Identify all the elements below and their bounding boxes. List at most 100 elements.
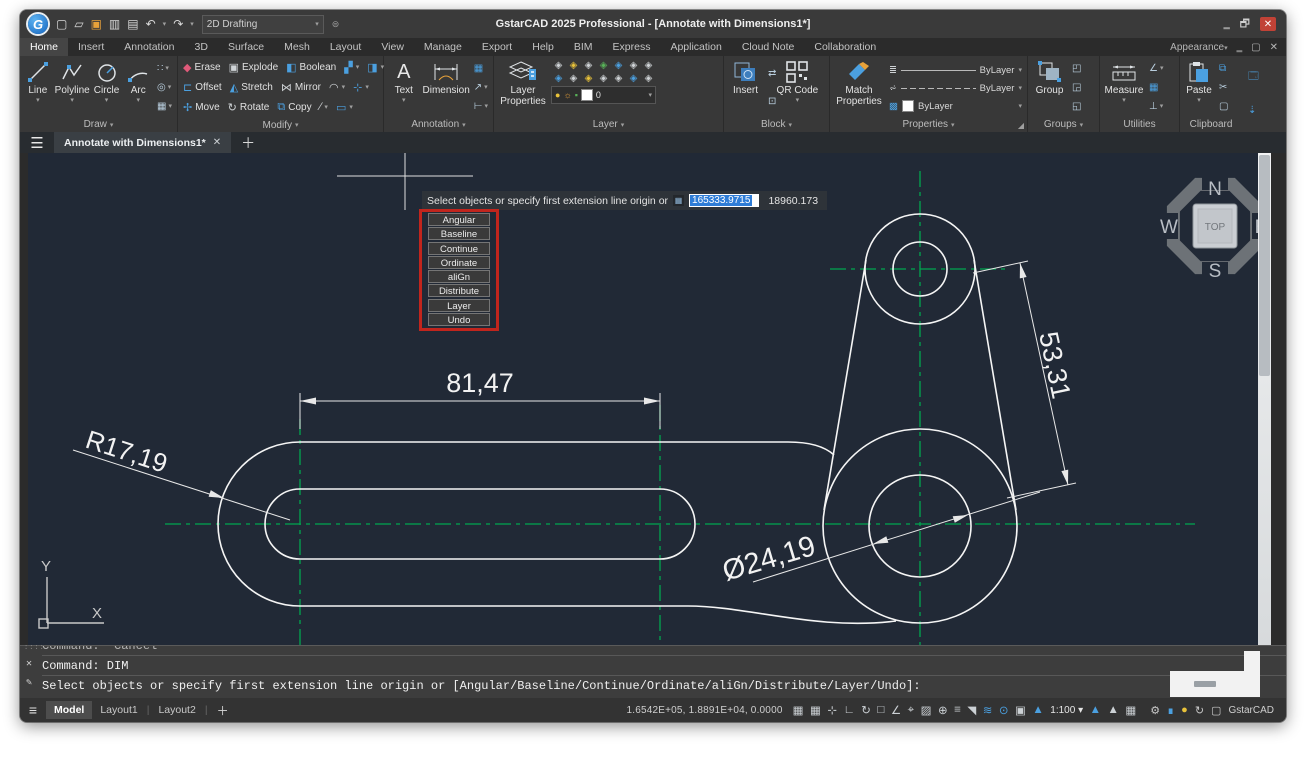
scale-button[interactable]: ▭▾: [336, 101, 353, 114]
panel-expander-icon[interactable]: ◢: [1018, 121, 1024, 130]
move-button[interactable]: ✢Move: [183, 101, 220, 114]
minimize-button[interactable]: ‗: [1224, 18, 1230, 30]
save-as-icon[interactable]: ▥: [109, 17, 120, 31]
add-layout-button[interactable]: ＋: [209, 702, 237, 719]
dimension-button[interactable]: Dimension: [423, 59, 470, 117]
print-icon[interactable]: ▤: [127, 17, 138, 31]
ortho-icon[interactable]: ∟: [843, 704, 854, 716]
new-file-icon[interactable]: ▢: [56, 17, 67, 31]
hatch-tool-icon[interactable]: ▦▾: [157, 101, 172, 113]
offset-button[interactable]: ⊏Offset: [183, 81, 222, 94]
lineweight-toggle-icon[interactable]: ≡: [954, 704, 961, 716]
tab-manage[interactable]: Manage: [414, 38, 472, 56]
panel-label-properties[interactable]: Properties▾◢: [830, 117, 1027, 132]
gear-icon[interactable]: ⚙: [1150, 704, 1160, 717]
isolate-tool-icon[interactable]: ⇣: [1248, 105, 1259, 117]
undo-caret-icon[interactable]: ▾: [163, 20, 167, 28]
ribbon-minimize-icon[interactable]: ‗: [1237, 42, 1243, 53]
match-properties-button[interactable]: Match Properties: [833, 59, 885, 117]
trim-button[interactable]: ∕▾: [320, 101, 328, 113]
option-angular[interactable]: Angular: [428, 213, 490, 226]
annotation-visibility-icon[interactable]: ▲: [1032, 704, 1043, 716]
appearance-dropdown[interactable]: Appearance▾: [1170, 42, 1227, 53]
grid-icon[interactable]: ▦: [793, 703, 804, 717]
break-button[interactable]: ⊹▾: [353, 81, 369, 94]
calculator-icon[interactable]: ▦: [1149, 82, 1163, 94]
layer-tool-icon[interactable]: ◈: [596, 59, 611, 72]
hatch-toggle-icon[interactable]: ▨: [921, 703, 932, 717]
layer-tool-icon[interactable]: ◈: [566, 72, 581, 85]
option-distribute[interactable]: Distribute: [428, 284, 490, 297]
command-vscrollbar[interactable]: [1244, 651, 1260, 697]
zoom-icon[interactable]: ⊙: [999, 703, 1009, 717]
viewcube[interactable]: N W E S TOP: [1160, 172, 1258, 282]
copy-base-icon[interactable]: ▢: [1219, 101, 1228, 113]
redo-caret-icon[interactable]: ▾: [190, 20, 194, 28]
layer-tool-icon[interactable]: ◈: [641, 72, 656, 85]
erase-button[interactable]: ◆Erase: [183, 61, 221, 74]
stretch-button[interactable]: ◭Stretch: [230, 81, 273, 94]
dynamic-ucs-icon[interactable]: ⊕: [938, 703, 948, 717]
measure-button[interactable]: Measure▾: [1103, 59, 1145, 117]
rotate-button[interactable]: ↻Rotate: [228, 101, 270, 114]
group-select-icon[interactable]: ◱: [1072, 101, 1081, 113]
lock-icon[interactable]: ∎: [1167, 704, 1174, 717]
option-ordinate[interactable]: Ordinate: [428, 256, 490, 269]
layer-tool-icon[interactable]: ◈: [611, 59, 626, 72]
workspace-switch-icon[interactable]: ▦: [1125, 703, 1136, 717]
ribbon-restore-icon[interactable]: ▢: [1251, 42, 1260, 53]
point-tool-icon[interactable]: ∷▾: [157, 63, 172, 75]
tab-cloud-note[interactable]: Cloud Note: [732, 38, 805, 56]
tab-express[interactable]: Express: [603, 38, 661, 56]
panel-label-block[interactable]: Block▾: [724, 117, 829, 132]
qat-customize-icon[interactable]: ⊜: [332, 19, 340, 30]
block-edit-icon[interactable]: ⇄: [768, 68, 776, 80]
panel-label-utilities[interactable]: Utilities: [1100, 117, 1179, 132]
transparency-icon[interactable]: ◥: [967, 703, 976, 717]
fullscreen-icon[interactable]: ▢: [1211, 704, 1221, 717]
panel-label-clipboard[interactable]: Clipboard: [1180, 117, 1242, 132]
scrollbar-thumb[interactable]: [1259, 155, 1270, 376]
panel-label-annotation[interactable]: Annotation▾: [384, 117, 493, 132]
panel-label-layer[interactable]: Layer▾: [494, 117, 723, 132]
command-hscroll-thumb[interactable]: [1194, 681, 1216, 687]
tab-model[interactable]: Model: [46, 701, 92, 719]
command-prompt-line[interactable]: Select objects or specify first extensio…: [42, 675, 1286, 695]
ellipse-tool-icon[interactable]: ◎▾: [157, 82, 172, 94]
ungroup-icon[interactable]: ◰: [1072, 63, 1081, 75]
layer-dropdown[interactable]: ● ☼ ▪ 0 ▾: [551, 86, 656, 104]
color-dropdown[interactable]: ▩ ByLayer ▾: [889, 99, 1022, 114]
gstarcad-logo-icon[interactable]: G: [28, 14, 48, 34]
angle-tool-icon[interactable]: ∠▾: [1149, 63, 1163, 75]
layer-tool-icon[interactable]: ◈: [581, 59, 596, 72]
layer-tool-icon[interactable]: ◈: [596, 72, 611, 85]
layer-tool-icon[interactable]: ◈: [626, 59, 641, 72]
mirror-button[interactable]: ⋈Mirror: [281, 81, 321, 94]
coordinate-x-input[interactable]: 165333.9715: [689, 194, 759, 207]
tab-insert[interactable]: Insert: [68, 38, 114, 56]
panel-label-modify[interactable]: Modify▾: [178, 118, 383, 132]
ribbon-close-icon[interactable]: ✕: [1270, 42, 1278, 53]
drag-handle-icon[interactable]: ::::: [24, 644, 45, 652]
circle-button[interactable]: Circle▾: [92, 59, 122, 117]
tab-layout2[interactable]: Layout2: [150, 701, 203, 719]
polyline-button[interactable]: Polyline▾: [55, 59, 90, 117]
id-point-icon[interactable]: ⊥▾: [1149, 101, 1163, 113]
new-tab-button[interactable]: ＋: [231, 133, 265, 153]
tab-annotation[interactable]: Annotation: [114, 38, 184, 56]
tab-collaboration[interactable]: Collaboration: [804, 38, 886, 56]
command-hscrollbar[interactable]: [1170, 671, 1244, 697]
dim-style-icon[interactable]: ⊢▾: [474, 101, 488, 113]
close-button[interactable]: ✕: [1260, 17, 1276, 31]
panel-label-groups[interactable]: Groups▾: [1028, 117, 1099, 132]
close-tab-icon[interactable]: ✕: [213, 137, 221, 148]
arc-button[interactable]: Arc▾: [123, 59, 153, 117]
option-undo[interactable]: Undo: [428, 313, 490, 326]
qr-code-button[interactable]: QR Code▾: [780, 59, 814, 117]
layer-tool-icon[interactable]: ◈: [626, 72, 641, 85]
group-button[interactable]: Group: [1031, 59, 1068, 117]
option-continue[interactable]: Continue: [428, 242, 490, 255]
lineweight-dropdown[interactable]: ≣ ByLayer ▾: [889, 63, 1022, 78]
layer-tool-icon[interactable]: ◈: [641, 59, 656, 72]
fillet-button[interactable]: ◠▾: [329, 81, 345, 94]
